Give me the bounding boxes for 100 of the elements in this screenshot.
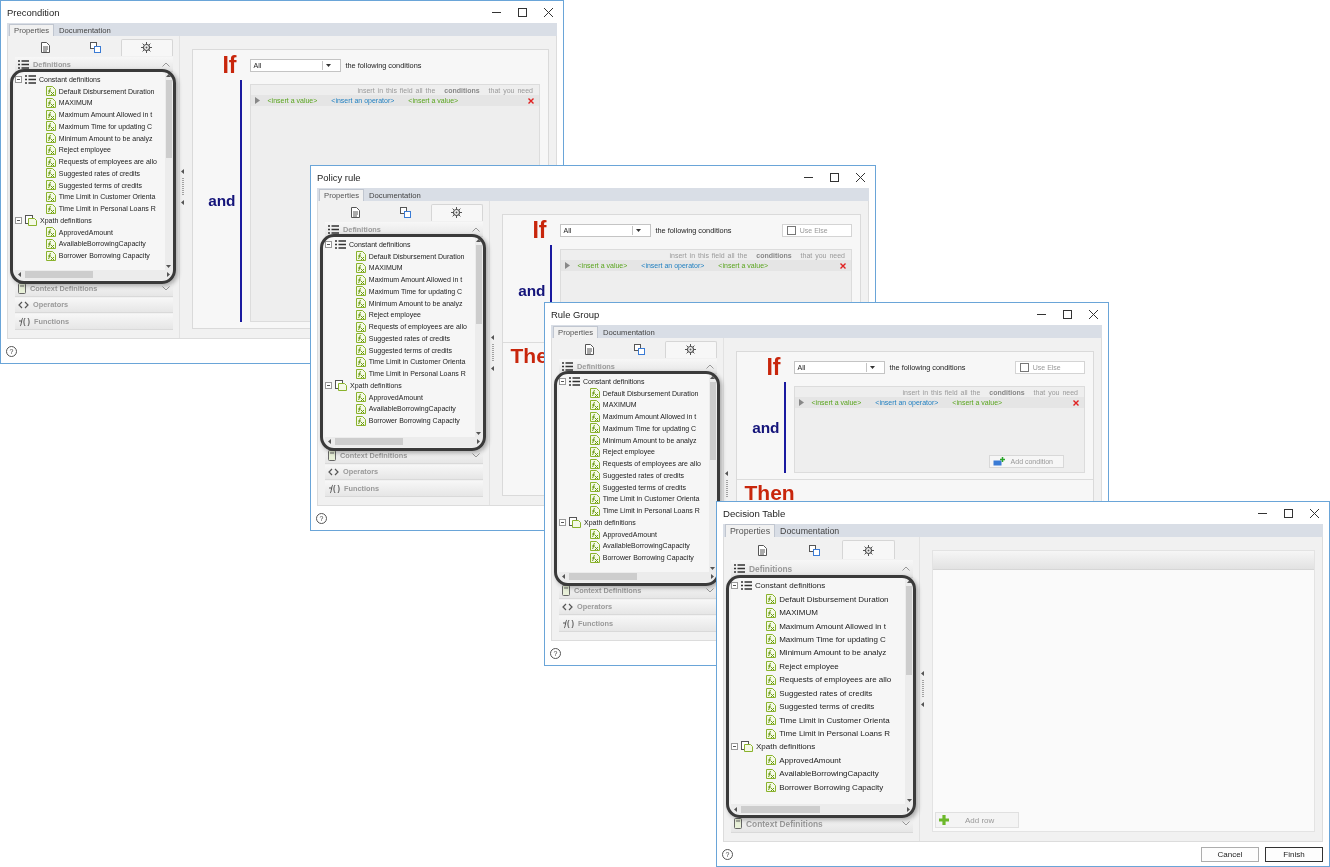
chevron-down-icon[interactable] [902, 821, 910, 827]
horizontal-scrollbar[interactable] [15, 269, 173, 280]
formula-doc-icon [766, 594, 777, 605]
tree-item[interactable]: Default Disbursement Duration [731, 592, 905, 606]
dropdown-caret-icon [869, 366, 875, 370]
scroll-right-icon [166, 272, 170, 278]
scroll-left-icon [18, 272, 21, 278]
expand-row-icon[interactable] [798, 399, 804, 407]
collapse-icon[interactable] [559, 377, 566, 385]
horizontal-scrollbar[interactable] [559, 571, 717, 582]
splitter-handle-icon[interactable] [490, 335, 495, 371]
formula-doc-icon [355, 321, 366, 332]
formula-doc-icon [45, 144, 56, 155]
collapse-icon[interactable] [559, 518, 566, 526]
dropdown-caret-icon [635, 229, 641, 233]
collapse-icon[interactable] [15, 216, 22, 224]
formula-doc-icon [45, 238, 56, 249]
maximize-icon[interactable] [518, 7, 527, 17]
and-connector: and [518, 281, 546, 300]
formula-doc-icon [45, 97, 56, 108]
splitter-handle-icon[interactable] [921, 671, 925, 707]
vertical-scrollbar[interactable] [708, 374, 717, 572]
formula-doc-icon [355, 403, 366, 414]
tree-item[interactable]: Time Limit in Personal Loans R [731, 726, 905, 741]
dialog-button[interactable]: Finish [1265, 846, 1323, 862]
formula-doc-icon [355, 262, 366, 273]
delete-icon[interactable] [528, 97, 534, 104]
tree-item[interactable]: Requests of employees are allo [731, 673, 905, 687]
formula-doc-icon [766, 621, 777, 631]
formula-doc-icon [766, 755, 777, 766]
group-label: Constant definitions [755, 581, 826, 591]
if-keyword: If [532, 219, 548, 243]
close-icon[interactable] [1089, 309, 1098, 319]
tree-group[interactable]: Xpath definitions [731, 740, 905, 754]
horizontal-scrollbar[interactable] [731, 804, 913, 815]
tree-item[interactable]: Suggested terms of credits [731, 699, 905, 714]
tree-item[interactable]: Time Limit in Customer Orienta [731, 713, 905, 727]
linked-boxes-icon [400, 207, 412, 219]
code-brackets-icon [562, 602, 573, 611]
formula-doc-icon [589, 435, 600, 446]
chevron-down-icon[interactable] [161, 285, 170, 291]
vertical-scrollbar[interactable] [905, 578, 913, 805]
tab[interactable]: Properties [725, 524, 776, 537]
tree-item[interactable]: Minimum Amount to be analyz [731, 646, 905, 660]
group-label: Xpath definitions [756, 742, 816, 752]
view-tab[interactable] [841, 540, 895, 560]
list-icon [25, 74, 36, 84]
tree-item[interactable]: Maximum Amount Allowed in t [731, 619, 905, 633]
view-tab[interactable] [431, 204, 483, 221]
chevron-up-icon[interactable] [705, 363, 714, 369]
scroll-right-icon [907, 806, 910, 812]
collapse-icon[interactable] [325, 240, 332, 248]
formula-doc-icon [355, 274, 366, 285]
close-icon[interactable] [856, 172, 865, 182]
tree-item[interactable]: Maximum Time for updating C [731, 632, 905, 647]
tree-item[interactable]: Borrower Borrowing Capacity [731, 780, 905, 794]
tree-group[interactable]: Constant definitions [731, 579, 905, 593]
collapse-icon[interactable] [15, 75, 22, 83]
list-icon [335, 239, 346, 249]
function-icon [18, 316, 30, 327]
document-icon [39, 42, 50, 54]
scroll-right-icon [476, 439, 480, 445]
chevron-up-icon[interactable] [471, 226, 480, 232]
formula-doc-icon [355, 333, 366, 344]
chevron-down-icon[interactable] [705, 587, 714, 593]
dialog-button[interactable]: Cancel [1201, 846, 1259, 862]
formula-doc-icon [766, 634, 777, 645]
formula-doc-icon [45, 191, 56, 202]
formula-doc-icon [45, 250, 56, 261]
vertical-scrollbar[interactable] [164, 72, 173, 270]
formula-doc-icon [355, 309, 366, 320]
tree-item[interactable]: AvailableBorrowingCapacity [731, 767, 905, 781]
tree-item[interactable]: Suggested rates of credits [731, 686, 905, 700]
close-icon[interactable] [544, 7, 553, 17]
collapse-icon[interactable] [325, 381, 332, 389]
horizontal-scrollbar[interactable] [325, 436, 483, 447]
close-icon[interactable] [1310, 508, 1319, 518]
view-tab[interactable] [665, 341, 717, 358]
collapse-icon[interactable] [731, 743, 738, 751]
if-keyword: If [766, 356, 782, 380]
delete-icon[interactable] [840, 262, 846, 269]
maximize-icon[interactable] [1284, 508, 1293, 518]
formula-doc-icon [589, 399, 600, 410]
maximize-icon[interactable] [1063, 309, 1072, 319]
chevron-down-icon[interactable] [471, 452, 480, 458]
view-tab[interactable] [121, 39, 173, 56]
vertical-scrollbar[interactable] [474, 237, 483, 437]
maximize-icon[interactable] [830, 172, 839, 182]
expand-row-icon[interactable] [254, 97, 260, 105]
formula-doc-icon [766, 768, 777, 779]
delete-icon[interactable] [1073, 399, 1079, 406]
tree-item[interactable]: Reject employee [731, 659, 905, 674]
and-connector: and [208, 192, 236, 211]
splitter-handle-icon[interactable] [180, 169, 185, 205]
chevron-up-icon[interactable] [161, 61, 170, 67]
collapse-icon[interactable] [731, 582, 738, 590]
formula-doc-icon [766, 661, 777, 672]
tree-item[interactable]: ApprovedAmount [731, 753, 905, 768]
tree-item[interactable]: MAXIMUM [731, 605, 905, 620]
tab[interactable]: Documentation [775, 524, 845, 537]
